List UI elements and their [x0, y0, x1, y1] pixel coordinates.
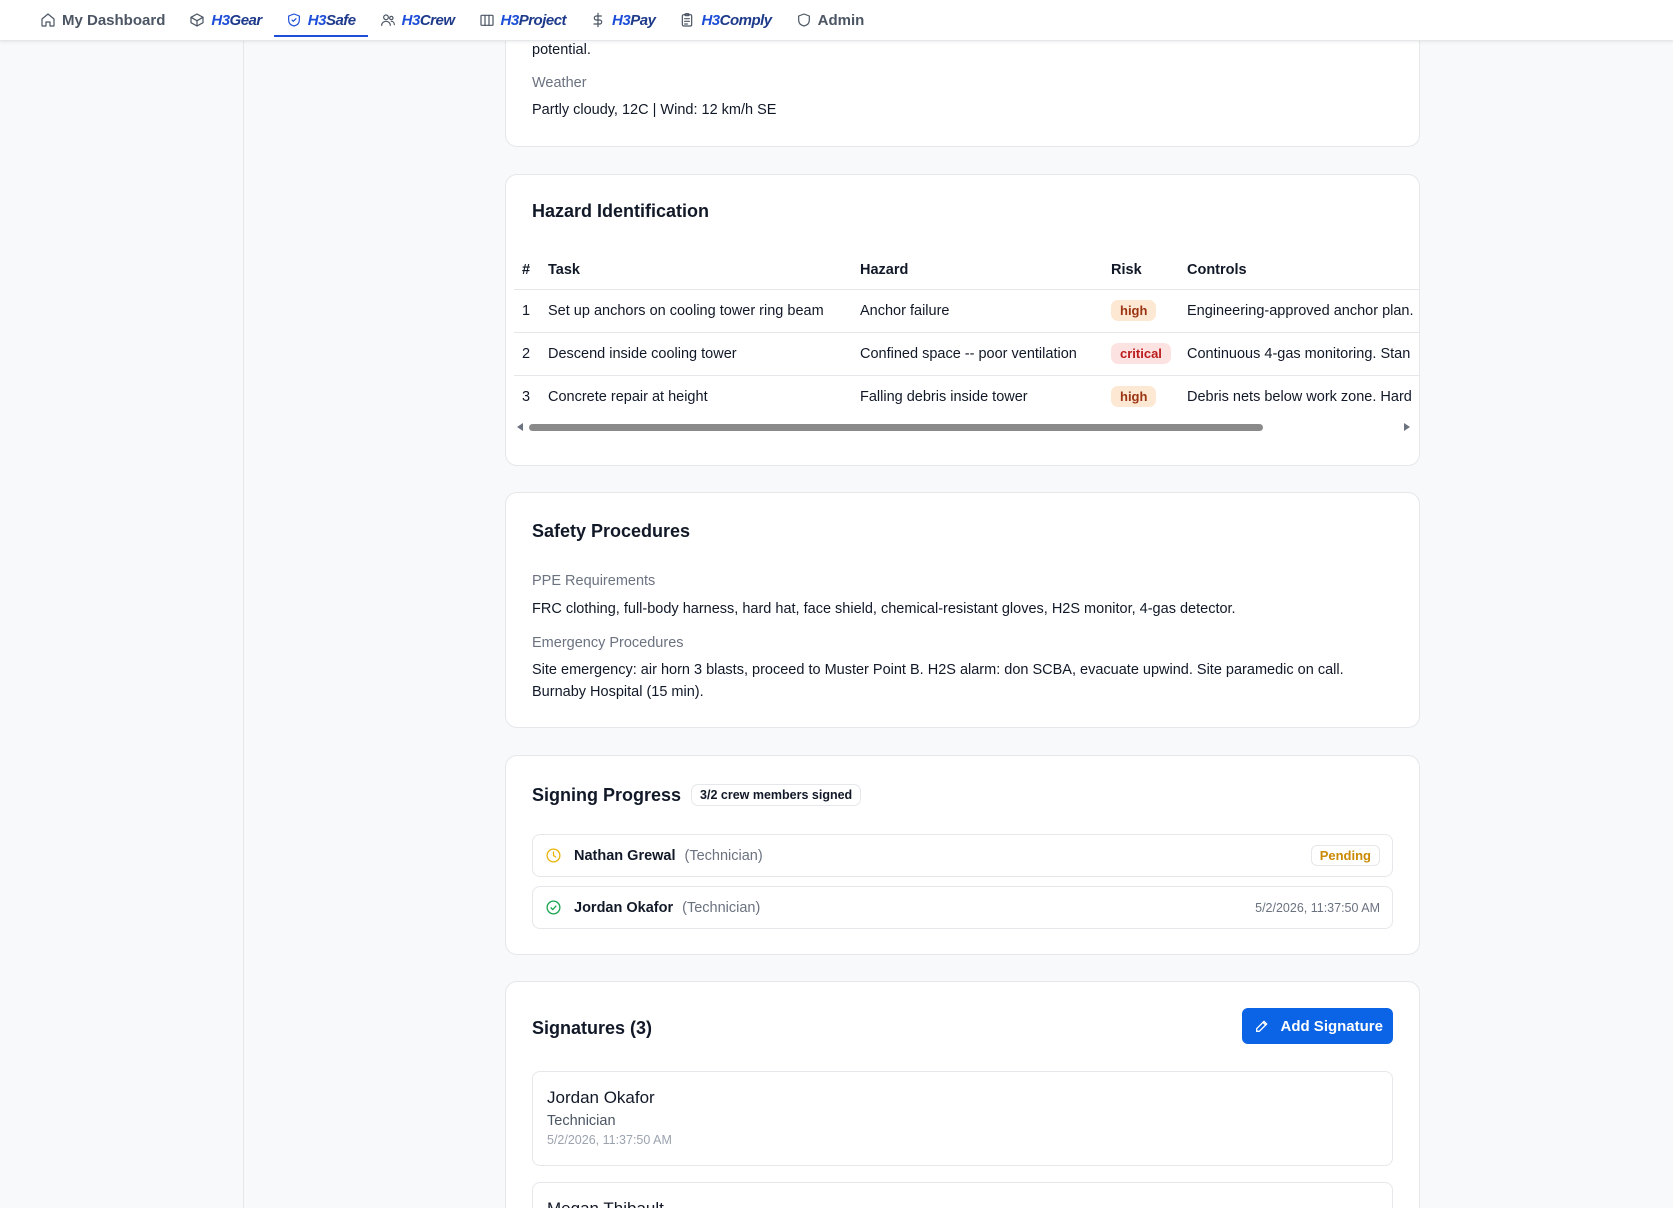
cell-risk: critical — [1103, 332, 1179, 376]
cell-controls: Debris nets below work zone. Hard — [1187, 388, 1412, 405]
table-header-row: # Task Hazard Risk Controls — [514, 251, 1420, 290]
member-name: Jordan Okafor — [574, 899, 674, 916]
overflow-text: potential. — [532, 42, 591, 58]
cell-num: 1 — [514, 289, 540, 333]
ppe-value: FRC clothing, full-body harness, hard ha… — [532, 601, 1236, 617]
nav-h3safe[interactable]: H3Safe — [273, 0, 368, 40]
pencil-icon — [1256, 1020, 1268, 1032]
building-icon — [479, 14, 494, 26]
clock-icon — [546, 848, 561, 863]
cell-task: Concrete repair at height — [548, 388, 708, 405]
table-row: 1 Set up anchors on cooling tower ring b… — [514, 289, 1420, 333]
users-icon — [380, 14, 395, 26]
cell-hazard: Falling debris inside tower — [860, 388, 1028, 405]
nav-brand: H3Gear — [211, 11, 262, 29]
cell-risk: high — [1103, 289, 1179, 333]
nav-admin[interactable]: Admin — [784, 0, 877, 40]
safety-procedures-card: Safety Procedures PPE Requirements FRC c… — [505, 492, 1420, 728]
emergency-label: Emergency Procedures — [532, 635, 684, 651]
col-task: Task — [540, 251, 852, 290]
risk-badge: critical — [1111, 343, 1171, 364]
add-signature-label: Add Signature — [1280, 1017, 1383, 1035]
dollar-icon — [593, 12, 603, 28]
signing-header: Signing Progress 3/2 crew members signed — [532, 784, 862, 806]
home-icon — [41, 13, 55, 27]
nav-label: Admin — [817, 11, 865, 29]
signatures-card: Signatures (3) Add Signature Jordan Okaf… — [505, 981, 1420, 1208]
risk-badge: high — [1111, 300, 1157, 321]
table-row: 3 Concrete repair at height Falling debr… — [514, 375, 1420, 418]
hazard-identification-card: Hazard Identification # Task Hazard Risk… — [505, 174, 1420, 466]
member-role: (Technician) — [684, 847, 763, 864]
signature-card: Megan Thibault — [532, 1182, 1393, 1208]
check-circle-icon — [546, 900, 561, 915]
col-hazard: Hazard — [852, 251, 1103, 290]
cell-hazard: Anchor failure — [852, 289, 1103, 333]
sidebar — [0, 41, 244, 1208]
emergency-value: Site emergency: air horn 3 blasts, proce… — [532, 662, 1344, 700]
signatures-title: Signatures (3) — [532, 1018, 653, 1038]
nav-brand: H3Project — [500, 11, 567, 29]
nav-h3comply[interactable]: H3Comply — [667, 0, 783, 40]
nav-h3pay[interactable]: H3Pay — [578, 0, 667, 40]
cell-num: 3 — [522, 388, 531, 405]
signing-title: Signing Progress — [532, 784, 682, 805]
cell-num: 2 — [514, 332, 540, 376]
table-horizontal-scrollbar[interactable] — [511, 422, 1416, 432]
col-num: # — [514, 251, 540, 290]
nav-h3gear[interactable]: H3Gear — [177, 0, 273, 40]
nav-label: My Dashboard — [62, 11, 166, 29]
weather-label: Weather — [532, 75, 587, 91]
member-name: Nathan Grewal — [574, 847, 676, 864]
procedures-title: Safety Procedures — [532, 521, 691, 541]
cell-controls: Engineering-approved anchor plan. — [1179, 289, 1420, 333]
member-role: (Technician) — [682, 899, 761, 916]
status-badge: Pending — [1310, 845, 1380, 866]
hazard-title: Hazard Identification — [532, 201, 710, 221]
signed-timestamp: 5/2/2026, 11:37:50 AM — [1255, 900, 1380, 915]
signer-name: Megan Thibault — [547, 1199, 1378, 1208]
cell-hazard: Confined space -- poor ventilation — [852, 332, 1103, 376]
scroll-right-arrow-icon[interactable] — [1404, 423, 1410, 431]
signer-role: Technician — [547, 1113, 616, 1129]
shield-check-icon — [287, 13, 300, 27]
nav-my-dashboard[interactable]: My Dashboard — [28, 0, 177, 40]
top-navigation: My Dashboard H3Gear H3Safe H3Crew H3Proj… — [0, 0, 1673, 41]
clipboard-icon — [682, 13, 693, 27]
scrollbar-thumb[interactable] — [529, 424, 1263, 431]
signing-row-signed: Jordan Okafor (Technician) 5/2/2026, 11:… — [532, 886, 1393, 929]
signer-name: Jordan Okafor — [547, 1088, 655, 1107]
cell-task: Set up anchors on cooling tower ring bea… — [540, 289, 852, 333]
nav-brand: H3Safe — [307, 11, 356, 29]
cell-task: Descend inside cooling tower — [540, 332, 852, 376]
table-row: 2 Descend inside cooling tower Confined … — [514, 332, 1420, 376]
signing-progress-card: Signing Progress 3/2 crew members signed… — [505, 755, 1420, 955]
box-icon — [190, 13, 204, 27]
ppe-label: PPE Requirements — [532, 573, 656, 589]
signature-card: Jordan Okafor Technician 5/2/2026, 11:37… — [532, 1071, 1393, 1166]
shield-icon — [797, 13, 810, 27]
scroll-left-arrow-icon[interactable] — [517, 423, 523, 431]
add-signature-button[interactable]: Add Signature — [1242, 1008, 1393, 1044]
nav-brand: H3Comply — [701, 11, 772, 29]
hazard-table[interactable]: # Task Hazard Risk Controls 1 Set up anc… — [514, 251, 1420, 418]
nav-h3crew[interactable]: H3Crew — [368, 0, 467, 40]
signed-count-badge: 3/2 crew members signed — [691, 784, 862, 806]
weather-value: Partly cloudy, 12C | Wind: 12 km/h SE — [532, 102, 777, 118]
col-risk: Risk — [1103, 251, 1179, 290]
signing-row-pending: Nathan Grewal (Technician) Pending — [532, 834, 1393, 877]
col-controls: Controls — [1179, 251, 1420, 290]
risk-badge: high — [1111, 386, 1157, 408]
nav-brand: H3Pay — [612, 11, 656, 29]
cell-risk: high — [1103, 375, 1179, 418]
signature-timestamp: 5/2/2026, 11:37:50 AM — [547, 1133, 672, 1147]
nav-h3project[interactable]: H3Project — [467, 0, 579, 40]
cell-controls: Continuous 4-gas monitoring. Stan — [1179, 332, 1420, 376]
nav-brand: H3Crew — [401, 11, 455, 29]
